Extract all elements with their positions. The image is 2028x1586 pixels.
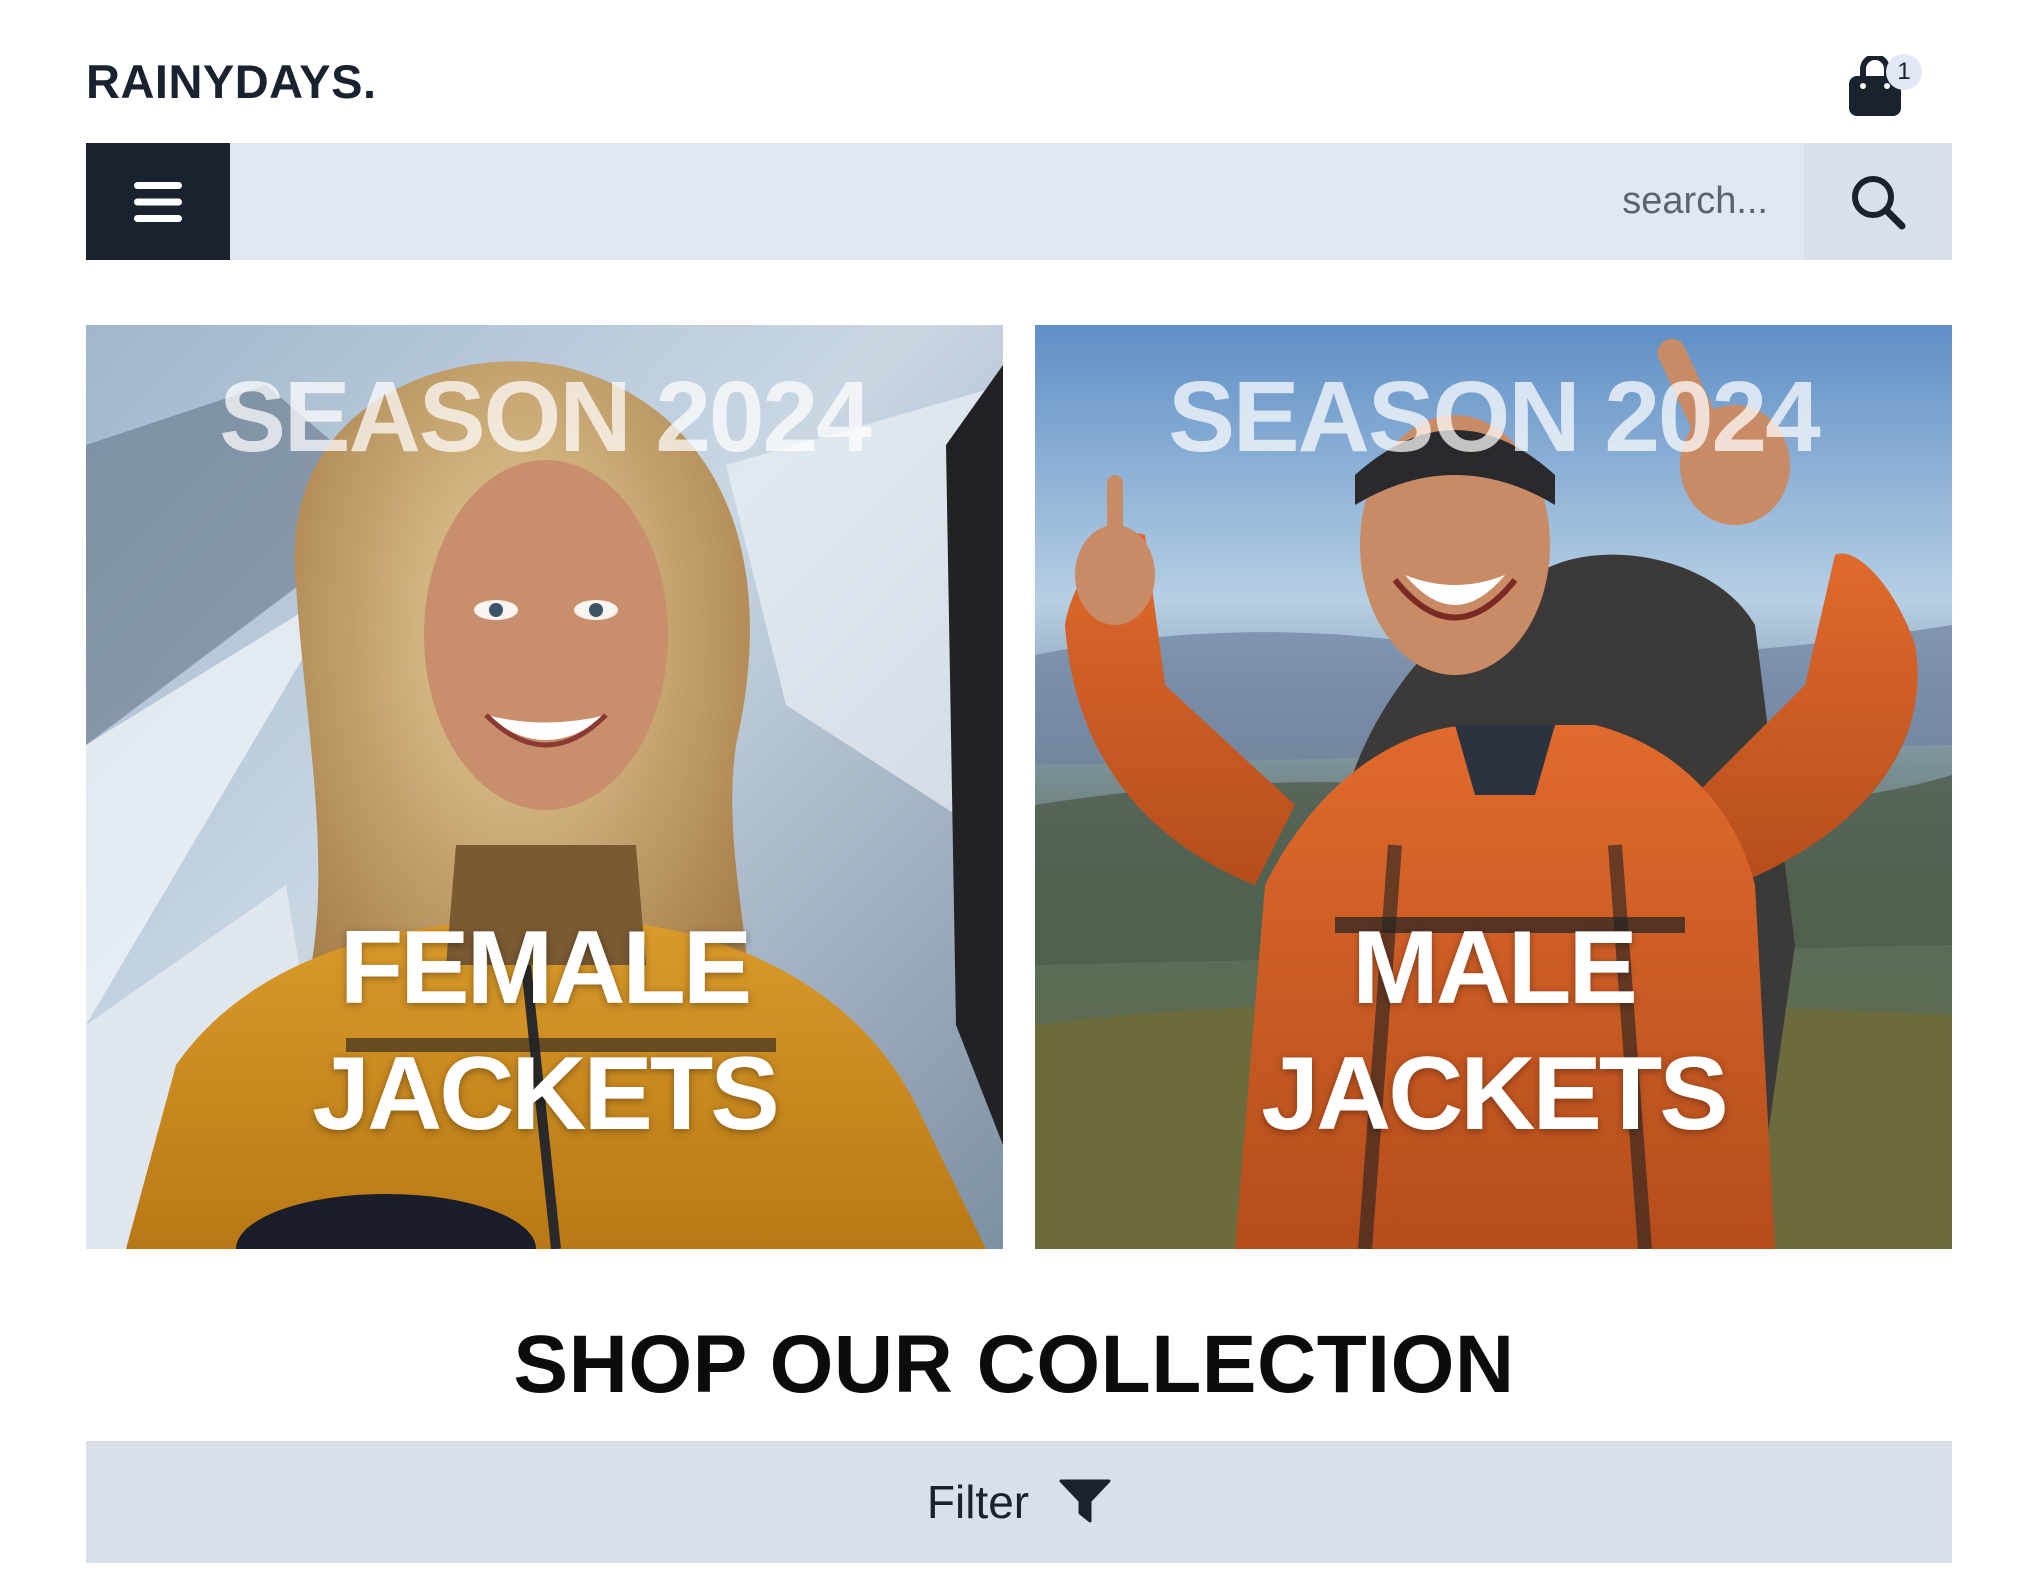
collection-title: SHOP OUR COLLECTION: [513, 1319, 1515, 1410]
filter-button[interactable]: Filter: [86, 1441, 1952, 1563]
male-jackets-card[interactable]: SEASON 2024 MALE JACKETS: [1035, 325, 1952, 1249]
brand-logo[interactable]: RAINYDAYS.: [86, 54, 377, 109]
page: RAINYDAYS. 1 search... SEASON 2024 FEMAL…: [0, 0, 2028, 1586]
card-title: FEMALE JACKETS: [86, 905, 1003, 1157]
season-label: SEASON 2024: [219, 361, 872, 473]
card-title: MALE JACKETS: [1035, 905, 1952, 1157]
cart-count-badge: 1: [1886, 54, 1922, 90]
card-title-line: JACKETS: [1261, 1036, 1728, 1152]
filter-label: Filter: [926, 1476, 1030, 1528]
search-bar: [86, 143, 1952, 260]
search-icon: [1852, 175, 1906, 229]
menu-button[interactable]: [86, 143, 230, 260]
search-input[interactable]: [230, 143, 1804, 260]
cart-button[interactable]: 1: [1845, 50, 1922, 120]
hamburger-menu-icon: [134, 181, 182, 222]
card-title-line: JACKETS: [312, 1036, 779, 1152]
filter-funnel-icon: [1059, 1479, 1111, 1523]
season-label: SEASON 2024: [1168, 361, 1821, 473]
card-title-line: MALE: [1352, 910, 1638, 1026]
female-jackets-card[interactable]: SEASON 2024 FEMALE JACKETS: [86, 325, 1003, 1249]
search-button[interactable]: [1804, 143, 1952, 260]
card-title-line: FEMALE: [339, 910, 753, 1026]
